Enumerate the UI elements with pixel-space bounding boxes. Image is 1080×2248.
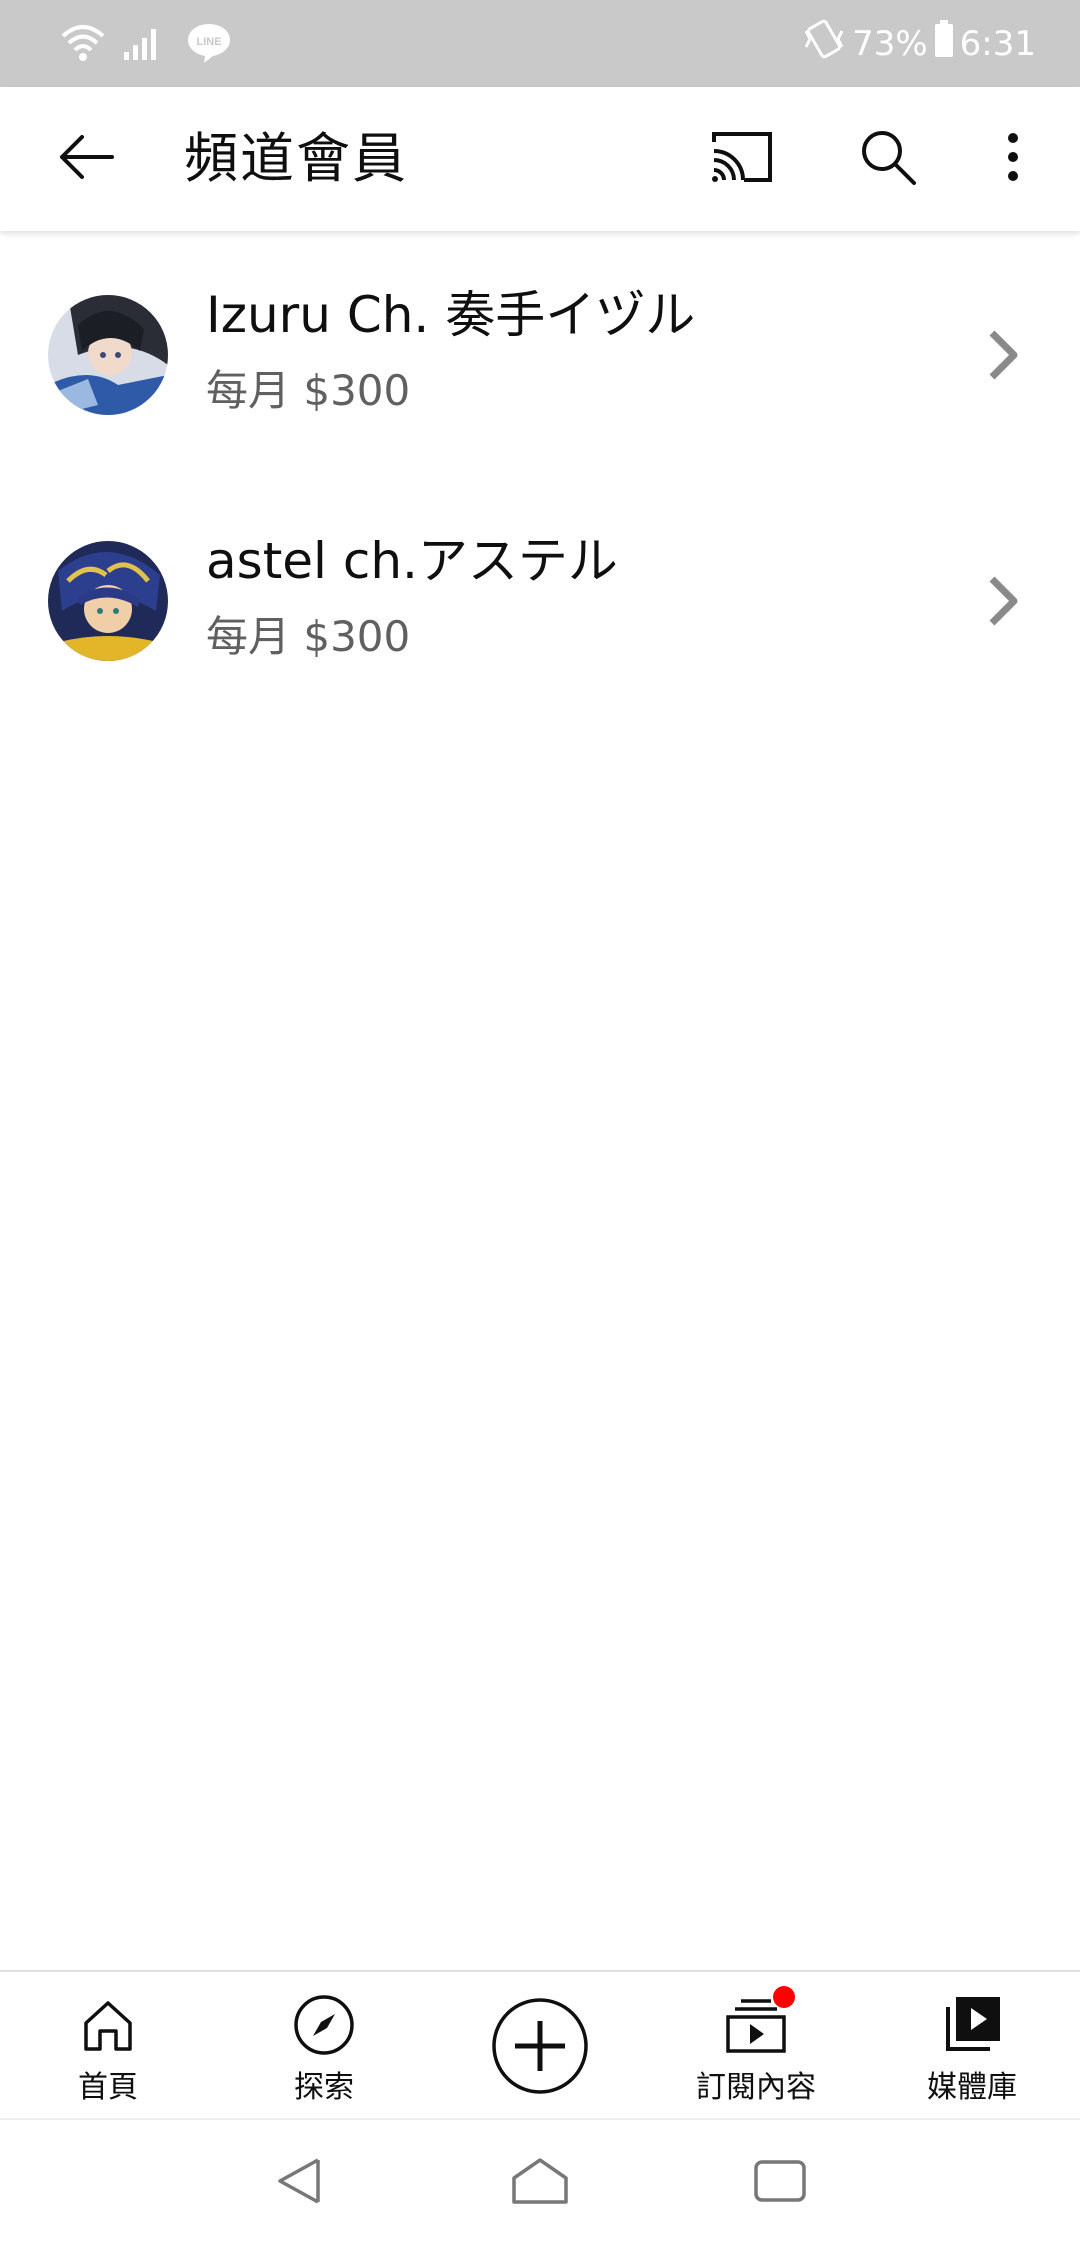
home-icon: [80, 1992, 136, 2058]
channel-name: Izuru Ch. 奏手イヅル: [206, 286, 696, 344]
membership-list: Izuru Ch. 奏手イヅル 每月 $300 astel ch.アステル 每月…: [0, 231, 1080, 725]
back-button[interactable]: [46, 123, 126, 195]
home-pentagon-icon[interactable]: [510, 2154, 570, 2212]
back-triangle-icon[interactable]: [274, 2154, 324, 2212]
clock: 6:31: [959, 23, 1036, 64]
signal-icon: [122, 24, 162, 66]
app-bar: 頻道會員: [0, 87, 1080, 231]
create-plus-icon: [491, 1996, 589, 2096]
svg-text:LINE: LINE: [196, 36, 221, 48]
membership-text: astel ch.アステル 每月 $300: [206, 531, 618, 663]
status-bar: LINE 73% 6:31: [0, 0, 1080, 87]
battery-icon: [934, 20, 954, 67]
more-vert-icon: [1006, 132, 1020, 186]
back-arrow-icon: [56, 132, 116, 186]
nav-library[interactable]: 媒體庫: [864, 1972, 1080, 2118]
nav-subscriptions[interactable]: 訂閱內容: [648, 1972, 864, 2118]
notification-dot: [773, 1986, 795, 2008]
membership-row-izuru[interactable]: Izuru Ch. 奏手イヅル 每月 $300: [0, 231, 1080, 478]
more-options-button[interactable]: [980, 117, 1046, 201]
recents-icon[interactable]: [752, 2154, 808, 2212]
status-right: 73% 6:31: [802, 0, 1036, 87]
search-button[interactable]: [846, 117, 930, 201]
nav-label: 訂閱內容: [696, 2070, 816, 2105]
nav-explore[interactable]: 探索: [216, 1972, 432, 2118]
subscriptions-icon: [725, 1986, 795, 2058]
chevron-right-icon: [986, 329, 1020, 385]
cast-button[interactable]: [700, 117, 784, 201]
nav-home[interactable]: 首頁: [0, 1972, 216, 2118]
wifi-icon: [60, 20, 106, 70]
channel-name: astel ch.アステル: [206, 532, 618, 590]
line-app-icon: LINE: [186, 20, 232, 70]
vibrate-icon: [802, 17, 846, 70]
membership-price: 每月 $300: [206, 612, 411, 661]
membership-row-astel[interactable]: astel ch.アステル 每月 $300: [0, 478, 1080, 725]
nav-label: 媒體庫: [927, 2070, 1017, 2105]
cast-icon: [710, 130, 774, 188]
page-title: 頻道會員: [184, 127, 408, 190]
chevron-right-icon: [986, 575, 1020, 631]
system-navigation-bar: [0, 2118, 1080, 2248]
nav-label: 首頁: [78, 2070, 138, 2105]
nav-create[interactable]: [432, 1972, 648, 2118]
bottom-navigation: 首頁 探索 訂閱內容 媒體庫: [0, 1970, 1080, 2118]
battery-percent: 73%: [852, 23, 928, 64]
explore-icon: [293, 1992, 355, 2058]
nav-label: 探索: [294, 2070, 354, 2105]
membership-price: 每月 $300: [206, 366, 411, 415]
channel-avatar: [48, 295, 168, 415]
library-icon: [942, 1992, 1002, 2058]
channel-avatar: [48, 541, 168, 661]
membership-text: Izuru Ch. 奏手イヅル 每月 $300: [206, 285, 695, 417]
search-icon: [858, 127, 918, 191]
